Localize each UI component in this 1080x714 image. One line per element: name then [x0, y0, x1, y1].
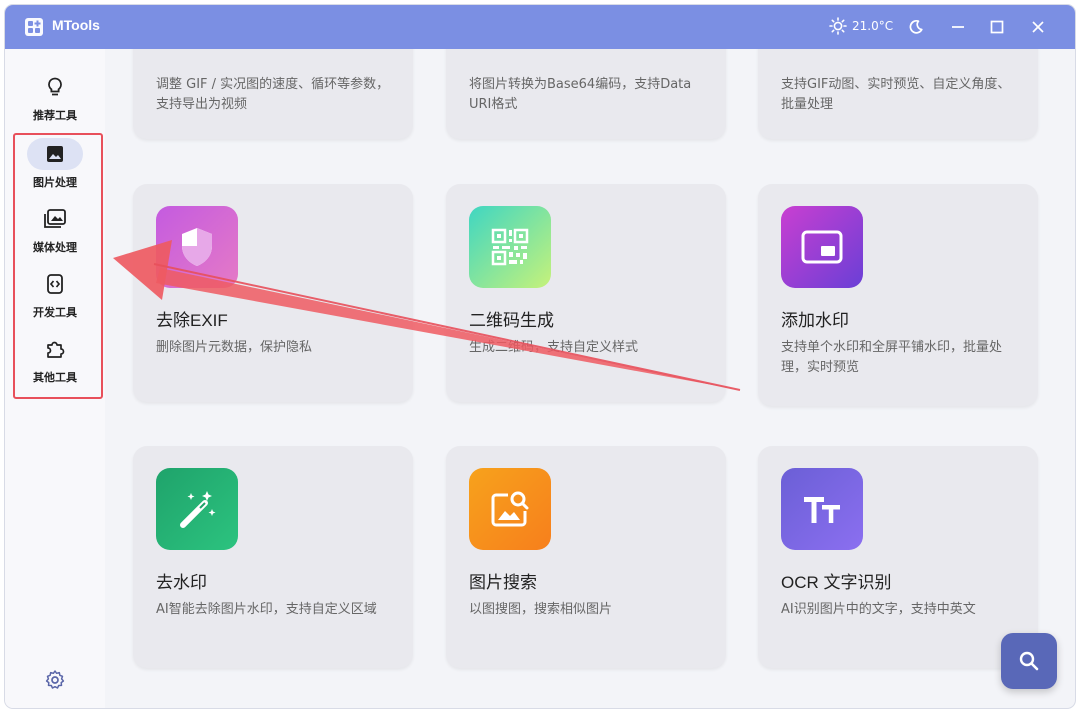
- card-desc: AI智能去除图片水印，支持自定义区域: [156, 602, 377, 617]
- card-desc: 删除图片元数据，保护隐私: [156, 340, 313, 355]
- settings-button[interactable]: [44, 669, 66, 691]
- close-button[interactable]: [1027, 16, 1049, 38]
- card-title: OCR 文字识别: [781, 573, 892, 592]
- app-window: MTools 21.0°C 推荐工具 图片处理 媒体处理 开发工具 其他工具 调…: [5, 5, 1075, 708]
- card-desc: 生成二维码，支持自定义样式: [469, 340, 639, 355]
- search-fab-button[interactable]: [1001, 633, 1057, 689]
- sidebar-item-label: 推荐工具: [33, 109, 77, 122]
- card-icon-bg: [156, 468, 238, 550]
- card-title: 去水印: [156, 573, 207, 592]
- sidebar-item-recommended[interactable]: 推荐工具: [5, 71, 105, 123]
- minimize-icon: [952, 26, 964, 28]
- tool-card-add-watermark[interactable]: 添加水印 支持单个水印和全屏平铺水印，批量处理，实时预览: [758, 184, 1038, 406]
- card-desc: AI识别图片中的文字，支持中英文: [781, 602, 976, 617]
- card-desc: 支持单个水印和全屏平铺水印，批量处理，实时预览: [781, 340, 1003, 375]
- sun-icon: [829, 17, 847, 35]
- tool-card-remove-watermark[interactable]: 去水印 AI智能去除图片水印，支持自定义区域: [133, 446, 413, 668]
- app-logo-icon: [25, 18, 43, 36]
- tools-grid: 调整 GIF / 实况图的速度、循环等参数，支持导出为视频 将图片转换为Base…: [105, 49, 1075, 708]
- tool-card-ocr[interactable]: OCR 文字识别 AI识别图片中的文字，支持中英文: [758, 446, 1038, 668]
- qrcode-icon: [491, 228, 529, 266]
- moon-icon: [909, 19, 923, 34]
- lightbulb-icon: [48, 77, 62, 96]
- tool-card-base64[interactable]: 将图片转换为Base64编码，支持Data URI格式: [446, 49, 726, 139]
- image-search-icon: [491, 491, 529, 527]
- tool-card-image-search[interactable]: 图片搜索 以图搜图，搜索相似图片: [446, 446, 726, 668]
- card-title: 去除EXIF: [156, 311, 228, 330]
- tool-card-remove-exif[interactable]: 去除EXIF 删除图片元数据，保护隐私: [133, 184, 413, 402]
- card-desc: 以图搜图，搜索相似图片: [469, 602, 613, 617]
- card-icon-bg: [781, 468, 863, 550]
- maximize-button[interactable]: [986, 16, 1008, 38]
- theme-toggle-button[interactable]: [905, 16, 927, 38]
- card-icon-bg: [469, 206, 551, 288]
- highlight-box: [13, 133, 103, 399]
- magic-wand-icon: [180, 491, 216, 528]
- close-icon: [1032, 21, 1044, 33]
- title-bar: MTools 21.0°C: [5, 5, 1075, 49]
- card-title: 图片搜索: [469, 573, 537, 592]
- tool-card-rotate[interactable]: 支持GIF动图、实时预览、自定义角度、批量处理: [758, 49, 1038, 139]
- tool-card-qrcode[interactable]: 二维码生成 生成二维码，支持自定义样式: [446, 184, 726, 402]
- card-desc: 将图片转换为Base64编码，支持Data URI格式: [469, 77, 692, 112]
- maximize-icon: [990, 20, 1004, 34]
- gear-icon: [45, 670, 65, 689]
- card-icon-bg: [469, 468, 551, 550]
- card-icon-bg: [781, 206, 863, 288]
- card-title: 二维码生成: [469, 311, 554, 330]
- shield-icon: [182, 228, 212, 266]
- weather-widget[interactable]: 21.0°C: [829, 17, 893, 35]
- watermark-icon: [801, 230, 843, 264]
- minimize-button[interactable]: [947, 16, 969, 38]
- text-icon: [804, 497, 840, 523]
- card-desc: 支持GIF动图、实时预览、自定义角度、批量处理: [781, 77, 1011, 112]
- card-desc: 调整 GIF / 实况图的速度、循环等参数，支持导出为视频: [156, 77, 390, 112]
- search-icon: [1019, 651, 1039, 671]
- card-title: 添加水印: [781, 311, 849, 330]
- sidebar: 推荐工具 图片处理 媒体处理 开发工具 其他工具: [5, 49, 105, 708]
- card-icon-bg: [156, 206, 238, 288]
- app-title: MTools: [52, 17, 100, 33]
- tool-card-gif[interactable]: 调整 GIF / 实况图的速度、循环等参数，支持导出为视频: [133, 49, 413, 139]
- temperature-text: 21.0°C: [852, 19, 894, 33]
